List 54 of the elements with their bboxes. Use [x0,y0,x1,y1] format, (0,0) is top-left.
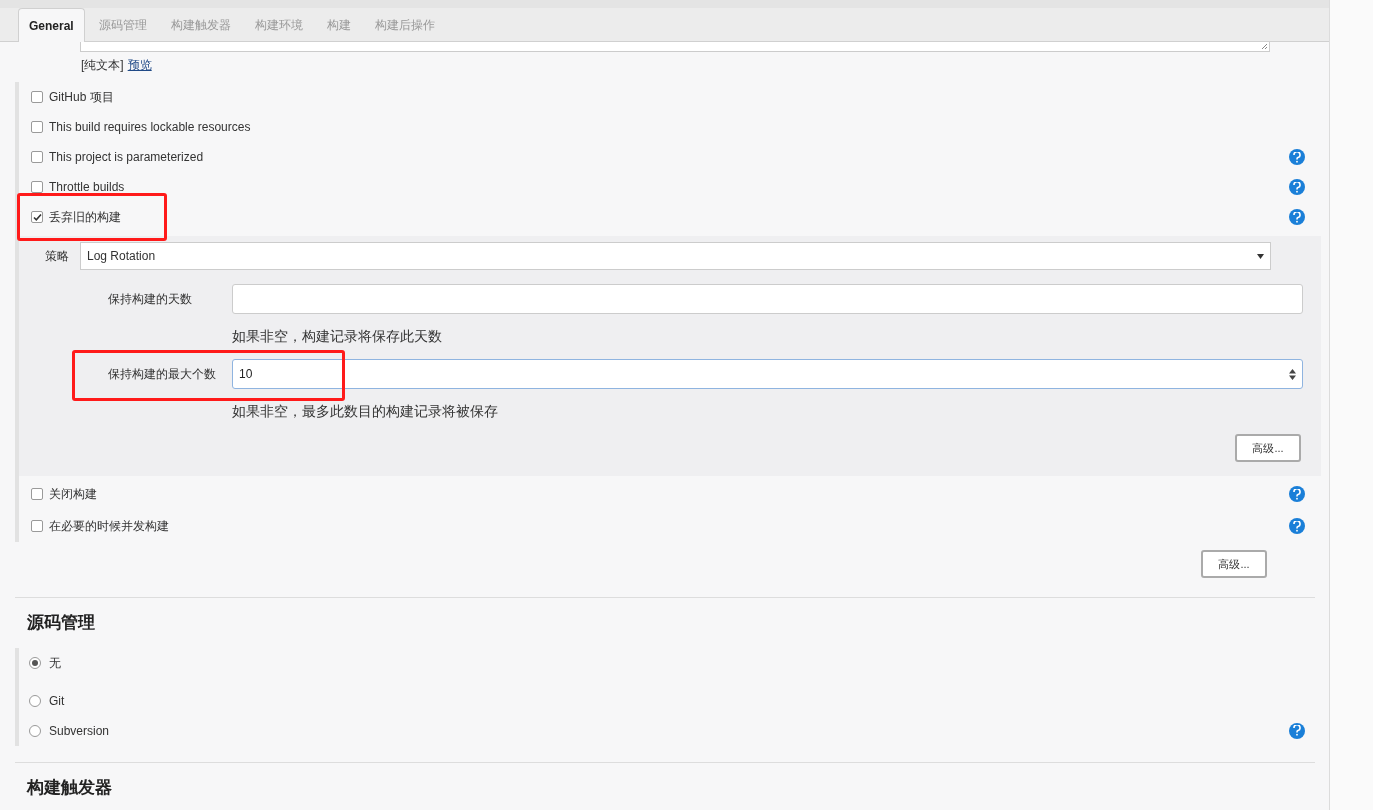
checkbox[interactable] [31,211,43,223]
option-row[interactable]: This build requires lockable resources [19,118,251,136]
section-heading: 源码管理 [26,612,96,634]
option-row[interactable]: 在必要的时候并发构建 [19,517,169,535]
checkbox[interactable] [31,121,43,133]
advanced-button[interactable]: 高级... [1235,434,1301,462]
dropdown-arrow-icon [1257,253,1264,259]
option-label: 关闭构建 [49,486,97,503]
option-label: 无 [49,654,61,672]
field-label: 保持构建的最大个数 [107,366,217,383]
option-label: 丢弃旧的构建 [49,209,121,226]
checkbox[interactable] [31,488,43,500]
choice-row[interactable]: Subversion [19,721,110,740]
field-hint: 如果非空，最多此数目的构建记录将被保存 [231,402,499,421]
field-label: 保持构建的天数 [107,291,193,308]
choice-row[interactable]: 无 [19,653,61,672]
help-icon[interactable] [1289,179,1305,195]
checkbox[interactable] [31,151,43,163]
option-row[interactable]: 关闭构建 [19,485,97,503]
field-hint: 如果非空，构建记录将保存此天数 [231,327,443,346]
number-field[interactable]: 10 [232,359,1303,389]
tab[interactable]: General [18,8,85,42]
help-icon[interactable] [1289,722,1305,739]
checkbox[interactable] [31,181,43,193]
option-label: GitHub 项目 [49,89,114,106]
strategy-label: 策略 [45,248,70,265]
option-label: This build requires lockable resources [49,119,251,136]
radio-button[interactable] [29,694,41,707]
option-label: Subversion [49,722,110,740]
checkbox[interactable] [31,91,43,103]
resize-handle-icon[interactable] [1261,43,1268,50]
checkbox[interactable] [31,520,43,532]
option-label: Git [49,692,65,710]
radio-button[interactable] [29,656,41,669]
option-row[interactable]: 丢弃旧的构建 [19,208,121,226]
option-label: Throttle builds [49,179,125,196]
choice-row[interactable]: Git [19,691,65,710]
help-icon[interactable] [1289,209,1305,225]
help-icon[interactable] [1289,518,1305,534]
advanced-button[interactable]: 高级... [1201,550,1267,578]
radio-button[interactable] [29,724,41,737]
section-heading: 构建触发器 [25,776,113,799]
option-row[interactable]: GitHub 项目 [19,88,114,106]
option-row[interactable]: This project is parameterized [19,148,204,166]
strategy-select[interactable]: Log Rotation [80,242,1271,270]
help-icon[interactable] [1289,486,1305,502]
format-label: [纯文本] [81,57,124,74]
spinner-icon[interactable] [1289,368,1296,380]
option-label: 在必要的时候并发构建 [49,518,169,535]
text-field[interactable] [232,284,1303,314]
option-row[interactable]: Throttle builds [19,178,125,196]
preview-link[interactable]: 预览 [127,56,152,74]
option-label: This project is parameterized [49,149,204,166]
help-icon[interactable] [1289,149,1305,165]
